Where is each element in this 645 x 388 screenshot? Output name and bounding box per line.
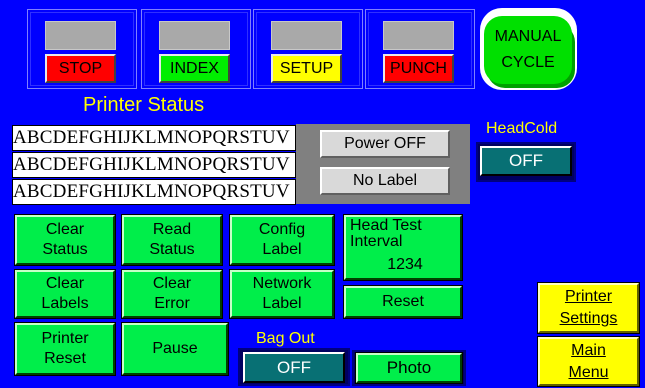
- head-test-line1: Head Test: [350, 217, 422, 234]
- read-status-line1: Read: [152, 221, 192, 238]
- punch-indicator: [383, 21, 454, 50]
- stop-indicator: [45, 21, 116, 50]
- network-label-line2: Label: [262, 295, 302, 312]
- head-test-value: 1234: [387, 256, 423, 273]
- index-frame: INDEX: [141, 9, 251, 89]
- printer-reset-button[interactable]: Printer Reset: [14, 322, 116, 376]
- main-menu-line2: Menu: [568, 363, 609, 381]
- photo-indicator: Photo: [355, 352, 463, 384]
- bag-out-label: Bag Out: [256, 330, 315, 347]
- manual-cycle-button[interactable]: MANUAL CYCLE: [484, 16, 572, 84]
- printer-reset-line2: Reset: [44, 350, 86, 367]
- manual-cycle-line2: CYCLE: [501, 54, 555, 71]
- setup-indicator: [271, 21, 342, 50]
- punch-button[interactable]: PUNCH: [383, 54, 454, 83]
- head-test-line2: Interval: [350, 233, 403, 250]
- printer-settings-line1: Printer: [564, 288, 613, 305]
- config-label-line1: Config: [258, 221, 306, 238]
- stop-frame: STOP: [27, 9, 137, 89]
- printer-settings-line2: Settings: [559, 310, 618, 327]
- head-test-interval-field[interactable]: Head Test Interval 1234: [343, 214, 463, 281]
- clear-labels-line1: Clear: [45, 275, 85, 292]
- printer-settings-button[interactable]: Printer Settings: [537, 282, 640, 334]
- printer-status-line-2: ABCDEFGHIJKLMNOPQRSTUV: [12, 152, 296, 178]
- manual-cycle-line1: MANUAL: [494, 28, 562, 45]
- head-cold-label: HeadCold: [486, 120, 558, 137]
- clear-status-line1: Clear: [45, 221, 85, 238]
- main-menu-button[interactable]: Main Menu: [537, 336, 640, 387]
- bag-out-indicator: OFF: [243, 352, 345, 383]
- clear-labels-line2: Labels: [41, 295, 89, 312]
- setup-button[interactable]: SETUP: [271, 54, 342, 83]
- network-label-line1: Network: [252, 275, 312, 292]
- clear-status-button[interactable]: Clear Status: [14, 214, 116, 266]
- read-status-button[interactable]: Read Status: [121, 214, 223, 266]
- clear-error-button[interactable]: Clear Error: [121, 269, 223, 319]
- head-test-reset-label: Reset: [382, 293, 424, 310]
- head-cold-indicator: OFF: [480, 146, 572, 176]
- clear-error-line1: Clear: [152, 275, 192, 292]
- config-label-button[interactable]: Config Label: [229, 214, 335, 266]
- clear-labels-button[interactable]: Clear Labels: [14, 269, 116, 319]
- printer-status-line-3: ABCDEFGHIJKLMNOPQRSTUV: [12, 179, 296, 205]
- printer-reset-line1: Printer: [41, 330, 89, 347]
- label-status: No Label: [320, 167, 450, 195]
- head-test-reset-button[interactable]: Reset: [343, 285, 463, 319]
- photo-label: Photo: [386, 358, 432, 377]
- printer-status-line-1: ABCDEFGHIJKLMNOPQRSTUV: [12, 125, 296, 151]
- config-label-line2: Label: [262, 241, 302, 258]
- power-status: Power OFF: [320, 130, 450, 158]
- clear-error-line2: Error: [154, 295, 190, 312]
- printer-status-title: Printer Status: [83, 94, 205, 116]
- setup-frame: SETUP: [253, 9, 363, 89]
- clear-status-line2: Status: [42, 241, 88, 258]
- index-indicator: [159, 21, 230, 50]
- main-menu-line1: Main: [571, 341, 606, 359]
- stop-button[interactable]: STOP: [45, 54, 116, 83]
- punch-frame: PUNCH: [365, 9, 475, 89]
- read-status-line2: Status: [149, 241, 195, 258]
- index-button[interactable]: INDEX: [159, 54, 230, 83]
- pause-label: Pause: [152, 340, 198, 357]
- pause-button[interactable]: Pause: [121, 322, 229, 376]
- network-label-button[interactable]: Network Label: [229, 269, 335, 319]
